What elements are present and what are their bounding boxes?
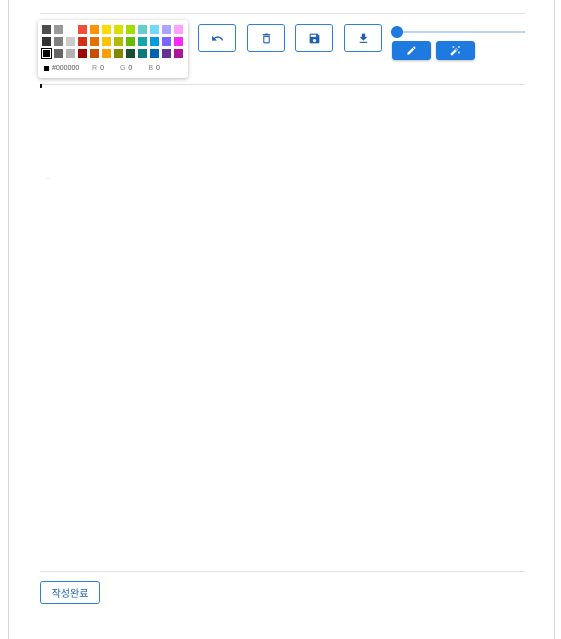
color-swatch[interactable] — [138, 37, 147, 46]
color-swatch[interactable] — [174, 49, 183, 58]
color-swatch[interactable] — [114, 25, 123, 34]
color-readout: #000000 R 0 G 0 B 0 — [44, 65, 176, 72]
pencil-icon — [407, 46, 416, 55]
color-swatch[interactable] — [54, 37, 63, 46]
b-value[interactable]: 0 — [156, 65, 160, 72]
color-swatches — [41, 25, 183, 59]
submit-button[interactable]: 작성완료 — [40, 581, 100, 604]
color-swatch[interactable] — [174, 37, 183, 46]
color-swatch[interactable] — [138, 25, 147, 34]
g-label: G — [119, 65, 126, 72]
color-swatch[interactable] — [126, 37, 135, 46]
brush-size-slider[interactable] — [391, 26, 525, 38]
b-label: B — [148, 65, 153, 72]
color-swatch[interactable] — [78, 25, 87, 34]
color-swatch[interactable] — [42, 37, 51, 46]
color-swatch[interactable] — [126, 25, 135, 34]
download-icon — [359, 33, 367, 43]
color-swatch[interactable] — [150, 37, 159, 46]
color-swatch[interactable] — [174, 25, 183, 34]
floppy-disk-icon — [309, 33, 319, 43]
color-swatch[interactable] — [54, 49, 63, 58]
color-swatch[interactable] — [42, 25, 51, 34]
magic-mode-button[interactable] — [436, 41, 475, 60]
color-swatch[interactable] — [162, 37, 171, 46]
color-swatch[interactable] — [102, 37, 111, 46]
color-swatch[interactable] — [90, 37, 99, 46]
color-swatch[interactable] — [41, 48, 52, 59]
r-value[interactable]: 0 — [100, 65, 104, 72]
download-button[interactable] — [344, 24, 382, 52]
pen-mode-button[interactable] — [392, 41, 431, 60]
color-swatch[interactable] — [66, 49, 75, 58]
divider-top — [40, 13, 525, 14]
color-swatch[interactable] — [66, 25, 75, 34]
drawing-canvas[interactable] — [40, 85, 525, 571]
color-swatch[interactable] — [78, 37, 87, 46]
save-button[interactable] — [295, 24, 333, 52]
color-swatch[interactable] — [78, 49, 87, 58]
canvas-stroke-speck — [47, 178, 49, 179]
color-swatch[interactable] — [126, 49, 135, 58]
slider-track[interactable] — [395, 31, 525, 33]
undo-button[interactable] — [198, 24, 236, 52]
color-swatch[interactable] — [114, 49, 123, 58]
color-swatch[interactable] — [102, 49, 111, 58]
g-value[interactable]: 0 — [128, 65, 132, 72]
color-swatch[interactable] — [90, 25, 99, 34]
color-swatch[interactable] — [138, 49, 147, 58]
magic-wand-icon — [450, 45, 461, 56]
color-swatch[interactable] — [114, 37, 123, 46]
hex-value[interactable]: #000000 — [52, 65, 92, 72]
color-swatch[interactable] — [162, 25, 171, 34]
color-swatch[interactable] — [54, 25, 63, 34]
slider-thumb[interactable] — [391, 26, 403, 38]
clear-button[interactable] — [247, 24, 285, 52]
current-color-chip — [44, 66, 49, 71]
color-swatch[interactable] — [150, 49, 159, 58]
color-swatch[interactable] — [150, 25, 159, 34]
divider-footer — [40, 571, 525, 572]
color-swatch[interactable] — [90, 49, 99, 58]
canvas-cursor-mark — [40, 84, 42, 88]
color-swatch[interactable] — [102, 25, 111, 34]
color-palette: #000000 R 0 G 0 B 0 — [38, 20, 188, 78]
trash-icon — [262, 33, 270, 43]
color-swatch[interactable] — [162, 49, 171, 58]
r-label: R — [92, 65, 98, 72]
color-swatch[interactable] — [66, 37, 75, 46]
undo-icon — [211, 35, 223, 41]
